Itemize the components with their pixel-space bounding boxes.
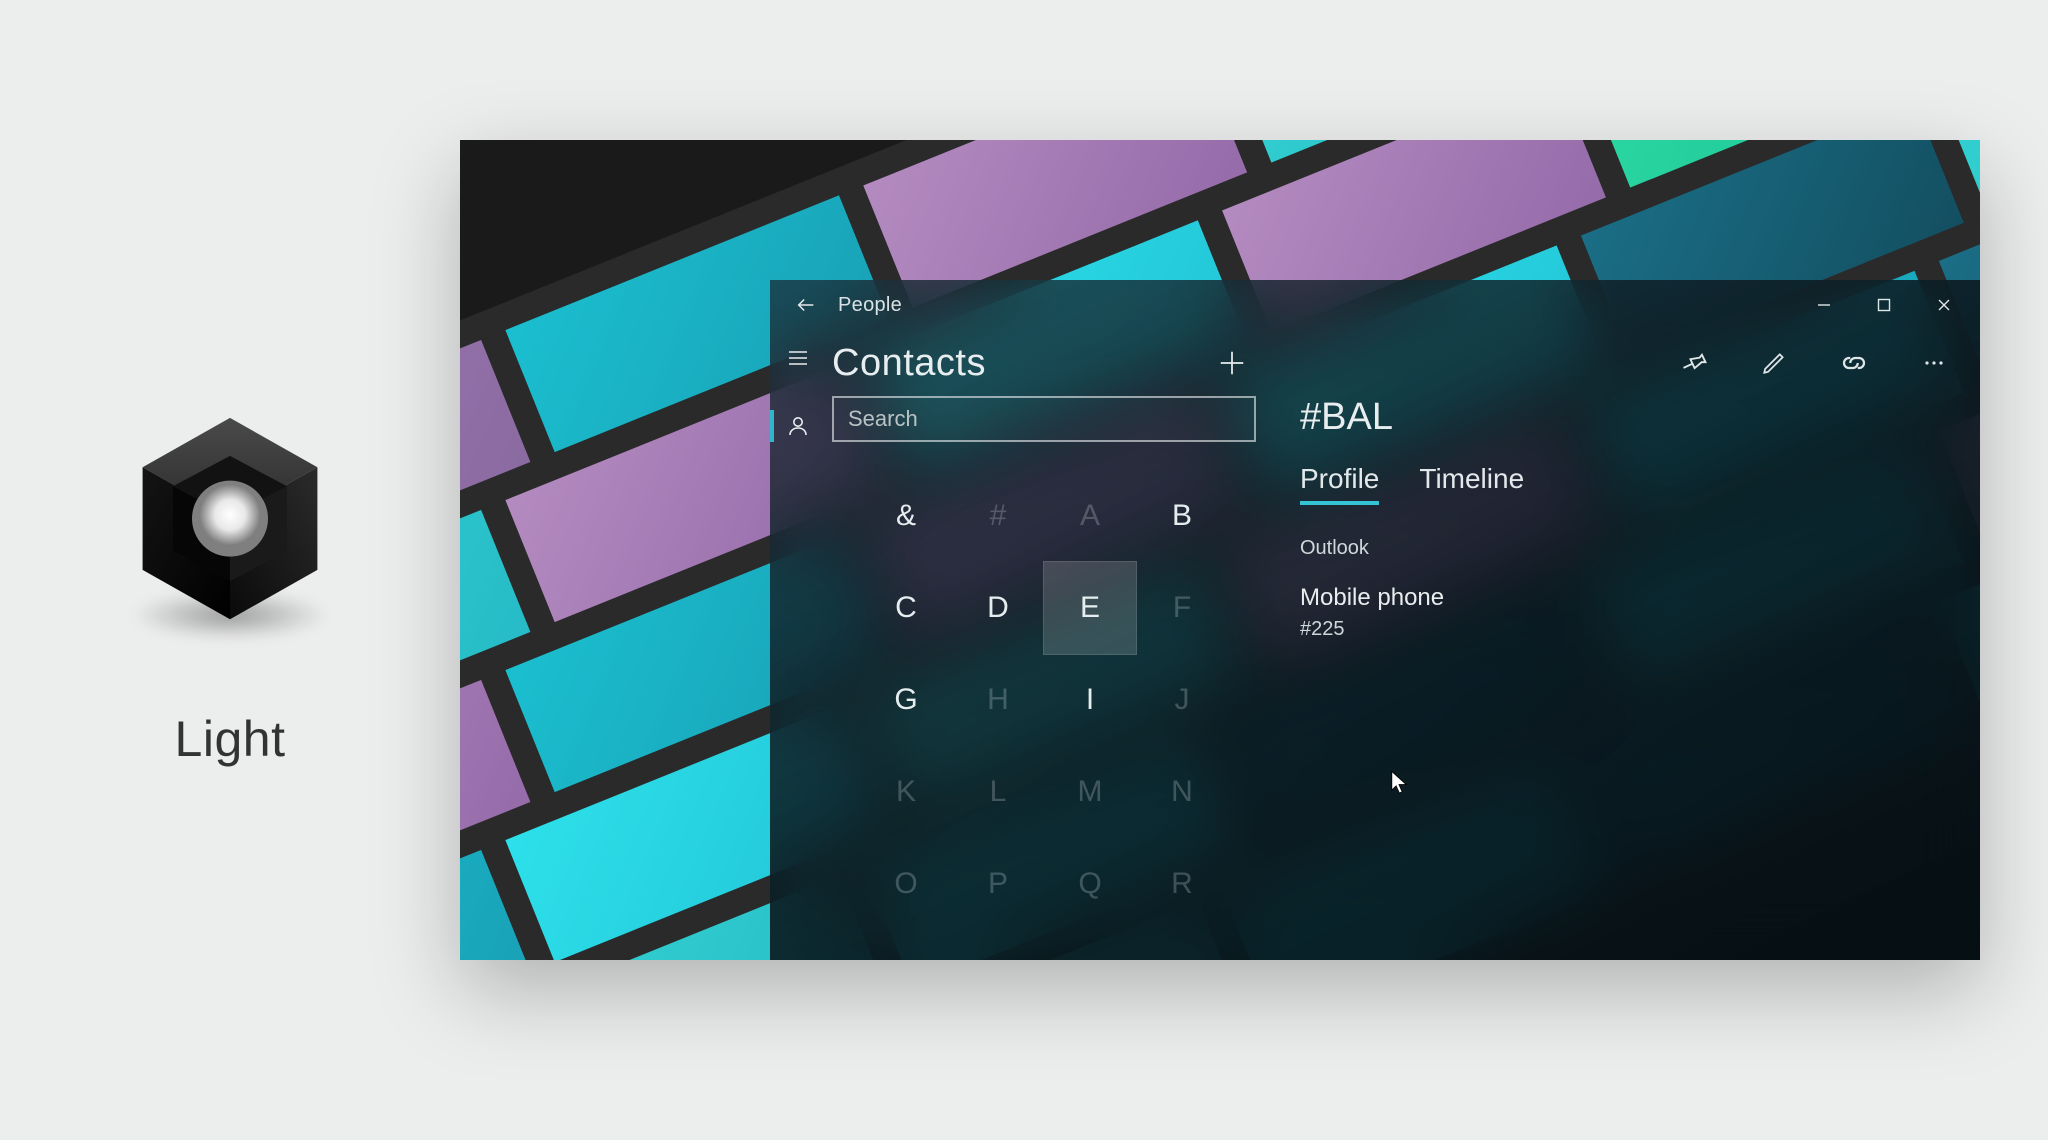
right-pane: #BAL Profile Timeline Outlook Mobile pho… (1270, 330, 1980, 960)
letter-N: N (1136, 746, 1228, 838)
letter-H: H (952, 654, 1044, 746)
letter-&[interactable]: & (860, 470, 952, 562)
letter-R: R (1136, 838, 1228, 930)
left-pane: Contacts &#AB CDEF GHIJ KLMN OPQR (770, 330, 1270, 960)
app-title: People (838, 294, 902, 317)
edit-button[interactable] (1754, 343, 1794, 383)
add-contact-button[interactable] (1208, 339, 1256, 387)
letter-L: L (952, 746, 1044, 838)
nav-contacts[interactable] (776, 404, 820, 448)
section-outlook: Outlook (1300, 537, 1958, 560)
hamburger-button[interactable] (776, 336, 820, 380)
letter-D[interactable]: D (952, 562, 1044, 654)
letter-C[interactable]: C (860, 562, 952, 654)
tab-timeline[interactable]: Timeline (1419, 463, 1524, 505)
contacts-heading: Contacts (832, 342, 986, 385)
desktop-screenshot: People (460, 140, 1980, 960)
tab-profile[interactable]: Profile (1300, 463, 1379, 505)
people-app-window: People (770, 280, 1980, 960)
letter-M: M (1044, 746, 1136, 838)
letter-E[interactable]: E (1044, 562, 1136, 654)
nav-rail (770, 330, 826, 960)
letter-#: # (952, 470, 1044, 562)
more-button[interactable] (1914, 343, 1954, 383)
field-mobile-value: #225 (1300, 618, 1958, 641)
showcase-label: Light (175, 710, 286, 768)
search-field[interactable] (832, 396, 1256, 442)
light-icon (120, 390, 340, 650)
letter-B[interactable]: B (1136, 470, 1228, 562)
search-input[interactable] (848, 406, 1240, 432)
letter-I[interactable]: I (1044, 654, 1136, 746)
window-minimize-button[interactable] (1794, 283, 1854, 327)
back-button[interactable] (784, 283, 828, 327)
field-mobile-label: Mobile phone (1300, 584, 1958, 612)
window-maximize-button[interactable] (1854, 283, 1914, 327)
letter-G[interactable]: G (860, 654, 952, 746)
letter-grid: &#AB CDEF GHIJ KLMN OPQR (832, 470, 1256, 930)
link-button[interactable] (1834, 343, 1874, 383)
pin-button[interactable] (1674, 343, 1714, 383)
letter-A: A (1044, 470, 1136, 562)
letter-O: O (860, 838, 952, 930)
letter-J: J (1136, 654, 1228, 746)
letter-P: P (952, 838, 1044, 930)
titlebar: People (770, 280, 1980, 330)
letter-K: K (860, 746, 952, 838)
window-close-button[interactable] (1914, 283, 1974, 327)
contact-name: #BAL (1300, 396, 1958, 439)
letter-F: F (1136, 562, 1228, 654)
letter-Q: Q (1044, 838, 1136, 930)
showcase-light: Light (90, 390, 370, 768)
detail-tabs: Profile Timeline (1300, 463, 1958, 505)
